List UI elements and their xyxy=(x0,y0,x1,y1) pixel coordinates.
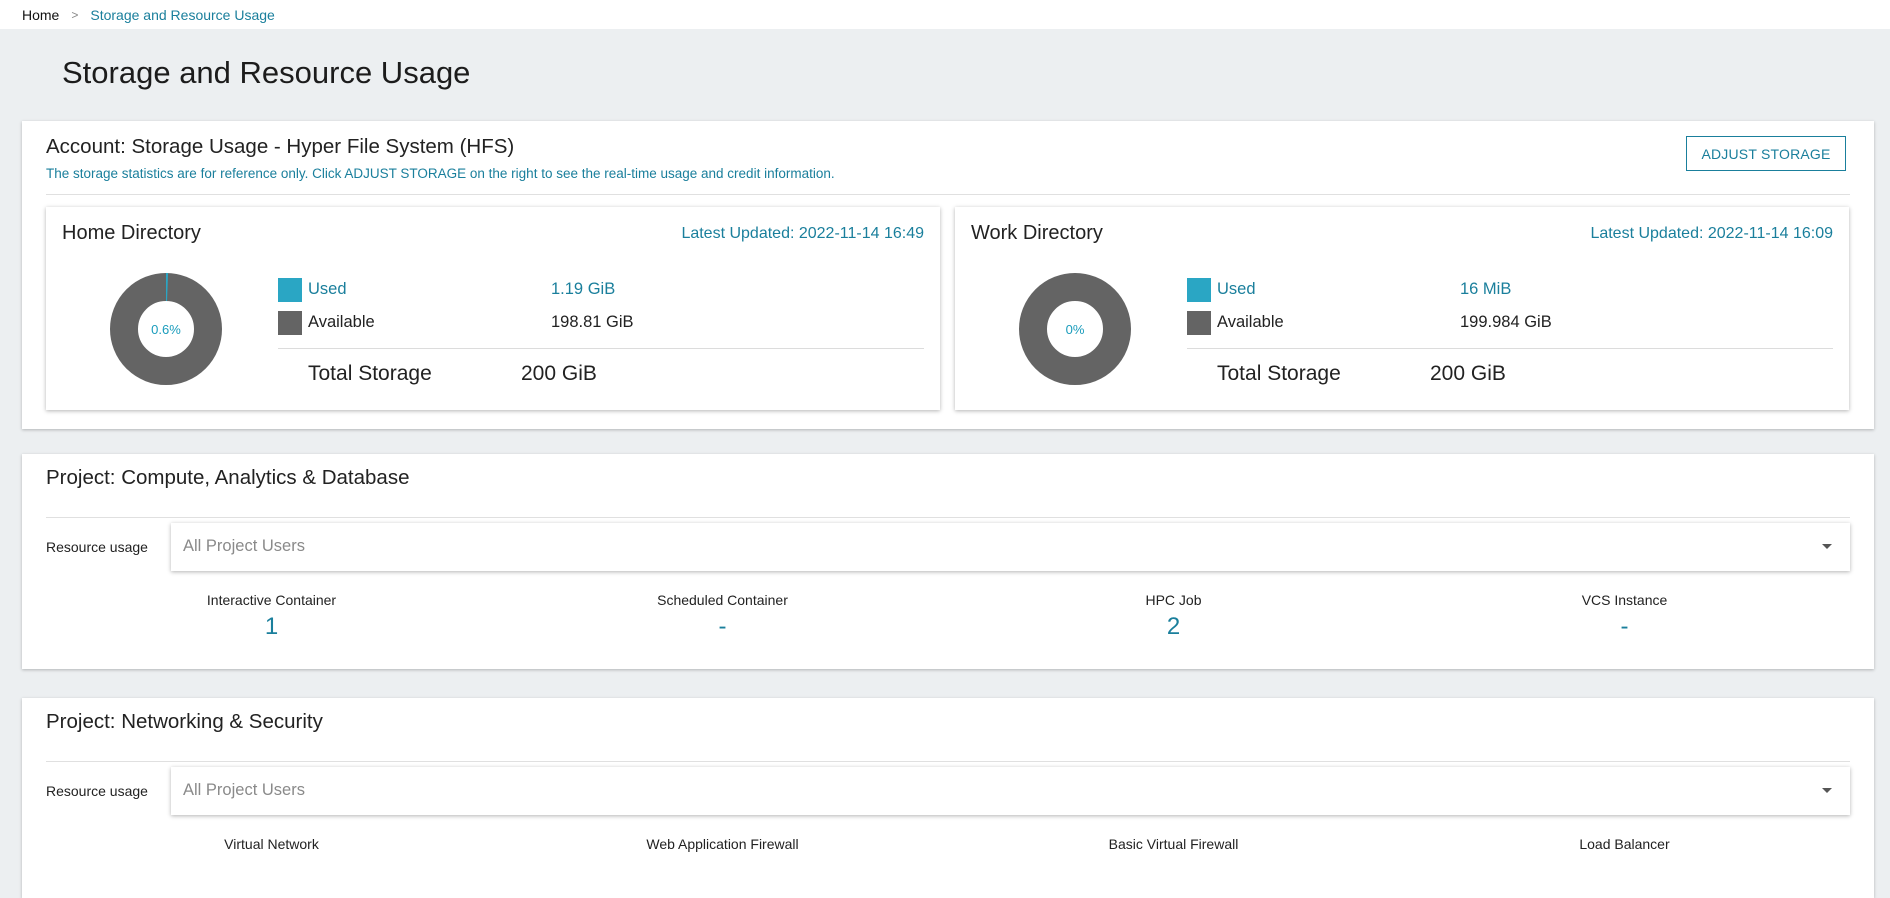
stat-value: - xyxy=(718,613,727,640)
work-legend-used: Used 16 MiB xyxy=(1187,273,1833,306)
stat-hpc-job: HPC Job 2 xyxy=(948,592,1399,641)
compute-resource-label: Resource usage xyxy=(46,538,148,555)
network-stats: Virtual Network Web Application Firewall… xyxy=(46,836,1850,852)
home-directory-updated: Latest Updated: 2022-11-14 16:49 xyxy=(681,225,924,242)
home-total-value: 200 GiB xyxy=(521,362,597,385)
used-swatch xyxy=(1187,277,1211,302)
stat-basic-virtual-firewall: Basic Virtual Firewall xyxy=(948,836,1399,852)
work-usage-donut: 0% xyxy=(1019,273,1131,385)
stat-interactive-container: Interactive Container 1 xyxy=(46,592,497,641)
work-total-label: Total Storage xyxy=(1217,362,1341,385)
work-available-value: 199.984 GiB xyxy=(1460,313,1552,331)
home-donut-percent: 0.6% xyxy=(151,321,181,337)
network-resource-label: Resource usage xyxy=(46,782,148,799)
work-legend-available: Available 199.984 GiB xyxy=(1187,306,1833,339)
home-legend-used: Used 1.19 GiB xyxy=(278,273,924,306)
compute-header: Project: Compute, Analytics & Database xyxy=(46,466,1850,518)
breadcrumb-current: Storage and Resource Usage xyxy=(90,6,275,23)
stat-scheduled-container: Scheduled Container - xyxy=(497,592,948,641)
home-directory-title: Home Directory xyxy=(62,222,201,244)
network-user-select[interactable]: All Project Users xyxy=(171,766,1850,815)
home-used-value: 1.19 GiB xyxy=(551,280,616,298)
compute-user-select-value: All Project Users xyxy=(183,537,305,555)
home-directory-panel: Home Directory Latest Updated: 2022-11-1… xyxy=(46,207,940,410)
stat-label: Load Balancer xyxy=(1579,836,1670,852)
breadcrumb: Home > Storage and Resource Usage xyxy=(0,0,1890,29)
stat-virtual-network: Virtual Network xyxy=(46,836,497,852)
available-swatch xyxy=(1187,310,1211,335)
work-directory-title: Work Directory xyxy=(971,222,1103,244)
account-storage-title: Account: Storage Usage - Hyper File Syst… xyxy=(46,135,515,158)
home-total-row: Total Storage 200 GiB xyxy=(278,349,924,399)
compute-user-select[interactable]: All Project Users xyxy=(171,522,1850,571)
stat-label: VCS Instance xyxy=(1581,592,1668,608)
network-user-select-value: All Project Users xyxy=(183,781,305,799)
home-total-label: Total Storage xyxy=(308,362,432,385)
home-legend-available: Available 198.81 GiB xyxy=(278,306,924,339)
chevron-down-icon xyxy=(1822,788,1832,793)
compute-card: Project: Compute, Analytics & Database R… xyxy=(22,454,1874,669)
stat-value: 2 xyxy=(1166,613,1181,640)
stat-value: - xyxy=(1620,613,1629,640)
stat-label: Basic Virtual Firewall xyxy=(1108,836,1239,852)
home-legend: Used 1.19 GiB Available 198.81 GiB Total… xyxy=(278,273,924,399)
breadcrumb-home-link[interactable]: Home xyxy=(22,7,59,23)
network-resource-row: Resource usage All Project Users xyxy=(46,766,1850,815)
breadcrumb-separator: > xyxy=(71,7,79,22)
home-available-label: Available xyxy=(308,313,375,331)
home-used-label: Used xyxy=(308,280,347,298)
compute-title: Project: Compute, Analytics & Database xyxy=(46,466,410,489)
compute-resource-row: Resource usage All Project Users xyxy=(46,522,1850,571)
network-card: Project: Networking & Security Resource … xyxy=(22,698,1874,898)
work-donut-percent: 0% xyxy=(1065,321,1085,337)
stat-label: Interactive Container xyxy=(206,592,337,608)
home-usage-donut: 0.6% xyxy=(110,273,222,385)
account-storage-header: Account: Storage Usage - Hyper File Syst… xyxy=(46,135,1850,195)
stat-value: 1 xyxy=(264,613,279,640)
network-title: Project: Networking & Security xyxy=(46,710,323,733)
work-directory-panel: Work Directory Latest Updated: 2022-11-1… xyxy=(955,207,1849,410)
work-directory-updated: Latest Updated: 2022-11-14 16:09 xyxy=(1590,225,1833,242)
work-total-value: 200 GiB xyxy=(1430,362,1506,385)
account-storage-card: Account: Storage Usage - Hyper File Syst… xyxy=(22,121,1874,429)
chevron-down-icon xyxy=(1822,544,1832,549)
home-available-value: 198.81 GiB xyxy=(551,313,634,331)
account-storage-note: The storage statistics are for reference… xyxy=(46,166,835,181)
adjust-storage-button[interactable]: ADJUST STORAGE xyxy=(1686,136,1846,171)
stat-web-application-firewall: Web Application Firewall xyxy=(497,836,948,852)
network-header: Project: Networking & Security xyxy=(46,710,1850,762)
stat-label: Web Application Firewall xyxy=(646,836,799,852)
work-legend: Used 16 MiB Available 199.984 GiB Total … xyxy=(1187,273,1833,399)
work-total-row: Total Storage 200 GiB xyxy=(1187,349,1833,399)
page-title: Storage and Resource Usage xyxy=(62,55,471,90)
work-used-label: Used xyxy=(1217,280,1256,298)
stat-label: HPC Job xyxy=(1145,592,1202,608)
compute-stats: Interactive Container 1 Scheduled Contai… xyxy=(46,592,1850,641)
stat-load-balancer: Load Balancer xyxy=(1399,836,1850,852)
work-used-value: 16 MiB xyxy=(1460,280,1512,298)
available-swatch xyxy=(278,310,302,335)
stat-label: Virtual Network xyxy=(224,836,319,852)
stat-label: Scheduled Container xyxy=(657,592,788,608)
work-available-label: Available xyxy=(1217,313,1284,331)
used-swatch xyxy=(278,277,302,302)
stat-vcs-instance: VCS Instance - xyxy=(1399,592,1850,641)
